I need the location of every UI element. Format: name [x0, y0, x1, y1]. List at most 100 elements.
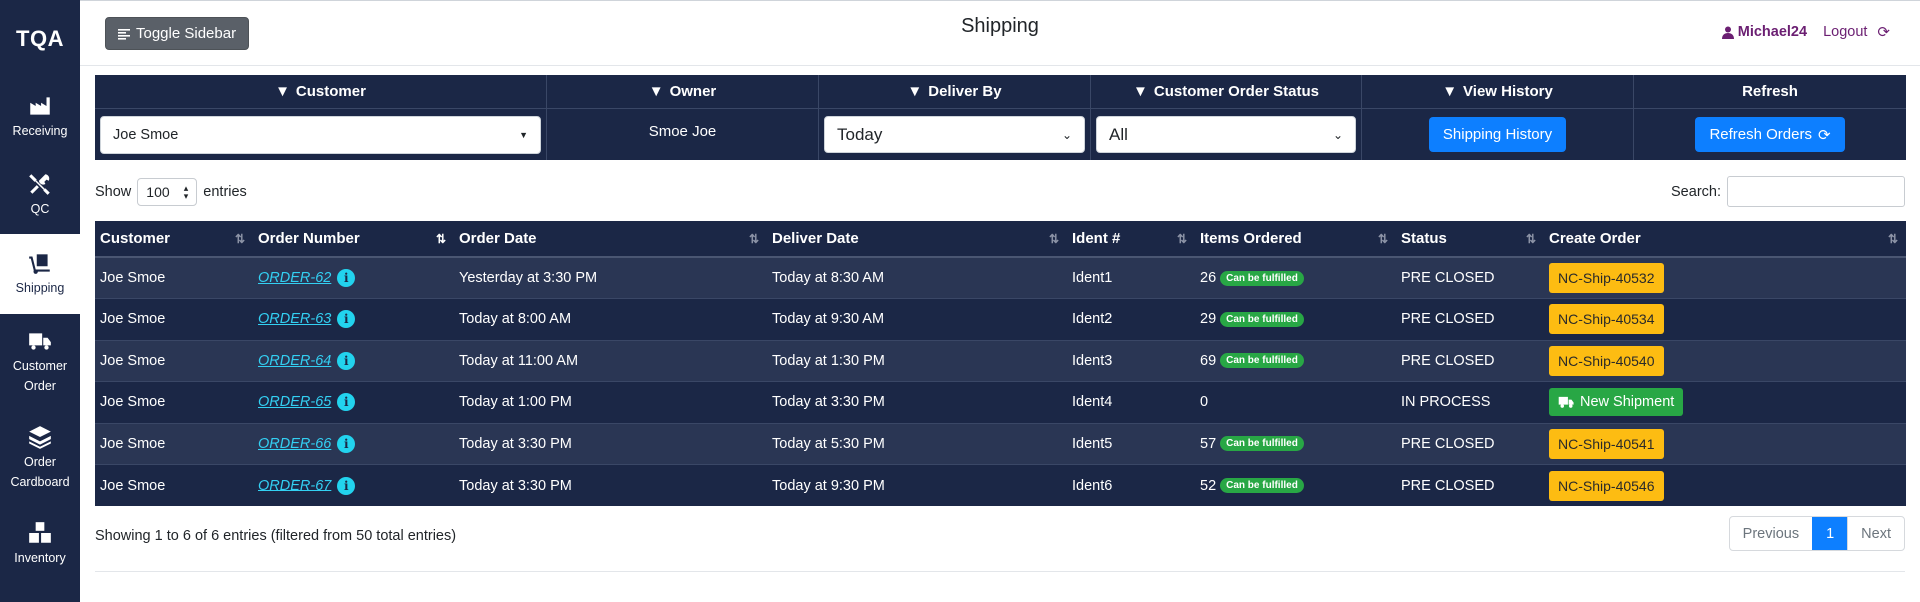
search-input[interactable]: [1727, 176, 1905, 207]
filter-body: Refresh Orders ⟳: [1634, 109, 1906, 160]
column-header-deliver-date[interactable]: Deliver Date ⇅: [767, 221, 1067, 258]
top-bar: Toggle Sidebar Shipping Michael24 Logout…: [80, 0, 1920, 66]
page-1-button[interactable]: 1: [1812, 517, 1849, 550]
cell-create-order: NC-Ship-40541: [1544, 422, 1906, 465]
cell-order-number: ORDER-62 i: [253, 256, 454, 299]
filter-deliver-by: ▼ Deliver By Today ⌄: [819, 75, 1091, 160]
cell-order-date: Today at 3:30 PM: [454, 464, 767, 506]
items-count: 57: [1200, 435, 1217, 452]
cell-order-date: Today at 11:00 AM: [454, 339, 767, 382]
cell-items-ordered: 29 Can be fulfilled: [1195, 298, 1396, 340]
column-header-order-date[interactable]: Order Date ⇅: [454, 221, 767, 258]
shipping-history-button[interactable]: Shipping History: [1428, 117, 1567, 152]
order-status-select[interactable]: All ⌄: [1096, 116, 1356, 153]
refresh-orders-button[interactable]: Refresh Orders ⟳: [1695, 117, 1845, 152]
shipment-badge[interactable]: NC-Ship-40541: [1549, 428, 1664, 459]
order-link[interactable]: ORDER-64: [258, 353, 331, 369]
column-header-customer[interactable]: Customer ⇅: [95, 221, 253, 258]
column-header-create-order[interactable]: Create Order ⇅: [1544, 221, 1906, 258]
tools-icon: [29, 174, 50, 195]
toggle-sidebar-button[interactable]: Toggle Sidebar: [105, 17, 250, 50]
table-header-row: Customer ⇅ Order Number ⇅ Order Date ⇅ Deli…: [95, 221, 1906, 258]
sidebar-item-label: Shipping: [15, 281, 65, 295]
order-link[interactable]: ORDER-63: [258, 311, 331, 327]
info-icon[interactable]: i: [337, 351, 356, 370]
column-header-ident[interactable]: Ident # ⇅: [1067, 221, 1195, 258]
order-link[interactable]: ORDER-67: [258, 477, 331, 493]
info-icon[interactable]: i: [337, 310, 356, 329]
user-profile-link[interactable]: Michael24: [1721, 24, 1807, 40]
cell-order-number: ORDER-64 i: [253, 339, 454, 382]
chevron-down-icon: ⌄: [1332, 127, 1343, 142]
deliver-by-select[interactable]: Today ⌄: [824, 116, 1085, 153]
info-icon[interactable]: i: [337, 269, 356, 287]
sidebar-item-label: Order Cardboard: [10, 455, 70, 489]
new-shipment-button[interactable]: New Shipment: [1549, 388, 1684, 417]
order-link[interactable]: ORDER-65: [258, 394, 331, 410]
cell-deliver-date: Today at 5:30 PM: [767, 422, 1067, 465]
cell-order-date: Yesterday at 3:30 PM: [454, 256, 767, 299]
sidebar-item-receiving[interactable]: Receiving: [0, 78, 80, 156]
cell-customer: Joe Smoe: [95, 256, 253, 299]
sort-icon: ⇅: [748, 232, 759, 246]
cell-deliver-date: Today at 9:30 AM: [767, 298, 1067, 340]
shipment-badge[interactable]: NC-Ship-40532: [1549, 263, 1664, 293]
sidebar-item-qc[interactable]: QC: [0, 156, 80, 234]
items-count: 69: [1200, 352, 1217, 369]
column-header-items-ordered[interactable]: Items Ordered ⇅: [1195, 221, 1396, 258]
filter-header-label: Refresh: [1742, 83, 1798, 100]
cell-order-date: Today at 3:30 PM: [454, 422, 767, 465]
order-link[interactable]: ORDER-66: [258, 436, 331, 452]
info-icon[interactable]: i: [337, 393, 356, 412]
sidebar-item-customer-order[interactable]: Customer Order: [0, 314, 80, 409]
filter-body: Joe Smoe ▼: [95, 109, 546, 160]
shipment-badge[interactable]: NC-Ship-40540: [1549, 345, 1664, 376]
refresh-orders-label: Refresh Orders: [1709, 126, 1812, 143]
divider: [95, 571, 1905, 572]
logout-link[interactable]: Logout ⟳: [1823, 23, 1890, 41]
cell-ident: Ident1: [1067, 256, 1195, 299]
sort-icon: ⇅: [1048, 232, 1059, 246]
customer-select-value: Joe Smoe: [113, 126, 179, 143]
shipment-badge[interactable]: NC-Ship-40534: [1549, 304, 1664, 335]
next-page-button[interactable]: Next: [1848, 517, 1904, 550]
cell-order-date: Today at 1:00 PM: [454, 381, 767, 423]
cell-ident: Ident4: [1067, 381, 1195, 423]
sidebar: TQA Receiving QC Shipping Customer Order…: [0, 0, 80, 602]
order-link[interactable]: ORDER-62: [258, 270, 331, 286]
truck-icon: [29, 332, 51, 350]
sidebar-item-shipping[interactable]: Shipping: [0, 234, 80, 314]
sidebar-item-inventory[interactable]: Inventory: [0, 507, 80, 580]
info-icon[interactable]: i: [337, 476, 356, 495]
entries-length-select[interactable]: 100 ▴ ▾: [137, 178, 198, 206]
previous-page-button[interactable]: Previous: [1730, 517, 1812, 550]
column-header-order-number[interactable]: Order Number ⇅: [253, 221, 454, 258]
filter-view-history: ▼ View History Shipping History: [1362, 75, 1634, 160]
info-icon[interactable]: i: [337, 434, 356, 453]
cell-create-order: NC-Ship-40532: [1544, 256, 1906, 299]
fulfill-badge: Can be fulfilled: [1220, 270, 1304, 286]
sort-icon: ⇅: [1887, 232, 1898, 246]
sort-arrows-icon: ▴ ▾: [183, 183, 189, 201]
items-count: 52: [1200, 477, 1217, 494]
cell-order-number: ORDER-67 i: [253, 464, 454, 506]
fulfill-badge: Can be fulfilled: [1220, 311, 1304, 327]
cell-create-order: NC-Ship-40540: [1544, 339, 1906, 382]
items-count: 29: [1200, 311, 1217, 328]
filter-order-status: ▼ Customer Order Status All ⌄: [1091, 75, 1362, 160]
entries-length-value: 100: [146, 184, 170, 200]
filter-icon: ▼: [1133, 83, 1148, 100]
cell-order-number: ORDER-66 i: [253, 422, 454, 465]
column-header-status[interactable]: Status ⇅: [1396, 221, 1544, 258]
table-row: Joe Smoe ORDER-63 i Today at 8:00 AM Toda…: [95, 298, 1906, 340]
sidebar-item-order-cardboard[interactable]: Order Cardboard: [0, 409, 80, 507]
sort-icon: ⇅: [234, 232, 245, 246]
cell-order-number: ORDER-65 i: [253, 381, 454, 423]
cell-ident: Ident3: [1067, 339, 1195, 382]
brand-logo[interactable]: TQA: [0, 0, 80, 78]
filter-header-label: Customer Order Status: [1153, 83, 1319, 100]
customer-select[interactable]: Joe Smoe ▼: [100, 115, 541, 154]
sort-icon: ⇅: [1176, 232, 1187, 246]
cell-customer: Joe Smoe: [95, 422, 253, 465]
shipment-badge[interactable]: NC-Ship-40546: [1549, 470, 1664, 501]
